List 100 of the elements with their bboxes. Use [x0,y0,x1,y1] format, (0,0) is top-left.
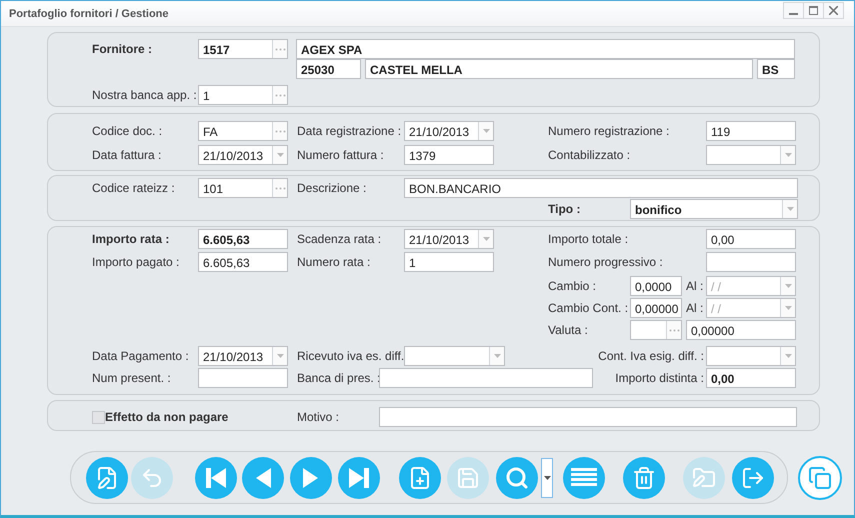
field-label: Motivo : [297,410,340,424]
input-field[interactable]: 0,00000 [686,320,796,340]
first-button[interactable] [195,456,237,498]
lookup-field[interactable]: 1517 [198,39,288,59]
input-field[interactable] [379,407,797,427]
dropdown-button[interactable] [478,230,493,248]
dropdown-button[interactable] [478,122,493,140]
input-field[interactable] [198,368,288,388]
input-field[interactable]: 119 [706,121,796,141]
minimize-icon [789,13,798,15]
search-options-button[interactable] [541,458,553,498]
input-field[interactable]: 0,00 [706,368,796,388]
input-field[interactable]: BS [757,59,795,79]
ellipsis-icon [274,48,286,50]
more-button[interactable] [272,86,287,104]
input-field[interactable]: 6.605,63 [198,252,288,272]
caret-icon [784,153,792,157]
dropdown-field[interactable]: bonifico [630,199,798,219]
input-field[interactable]: 25030 [296,59,361,79]
previous-button[interactable] [242,456,284,498]
list-icon [571,468,597,488]
caret-icon [482,237,490,241]
field-label: Numero fattura : [297,148,385,162]
more-button[interactable] [666,321,681,339]
first-icon [205,466,227,490]
dropdown-field[interactable]: 21/10/2013 [404,229,494,249]
input-field[interactable]: 1379 [404,145,494,165]
input-field[interactable]: AGEX SPA [296,39,795,59]
last-button[interactable] [338,456,380,498]
input-field[interactable] [379,368,593,388]
input-field[interactable] [706,252,796,272]
folder-icon [692,466,716,490]
field-label: Data Pagamento : [92,349,190,363]
field-label: Fornitore : [92,42,153,56]
input-field[interactable]: BON.BANCARIO [404,178,798,198]
dropdown-field[interactable] [706,346,796,366]
lookup-field[interactable] [630,320,682,340]
more-button[interactable] [272,122,287,140]
ellipsis-icon [668,328,680,332]
dropdown-button[interactable] [489,347,504,365]
field-label: Numero progressivo : [548,255,664,269]
window-title: Portafoglio fornitori / Gestione [9,8,168,20]
list-button[interactable] [563,456,605,498]
dropdown-field[interactable] [404,346,505,366]
field-label: Banca di pres. : [297,371,379,385]
field-label: Numero rata : [297,255,372,269]
maximize-button[interactable] [803,2,824,19]
field-label: Descrizione : [297,181,368,195]
ellipsis-icon [274,186,286,190]
new-button[interactable] [399,456,441,498]
dropdown-button[interactable] [782,200,797,218]
input-field[interactable]: 0,00 [706,229,796,249]
field-label: Data fattura : [92,148,162,162]
lookup-field[interactable]: FA [198,121,288,141]
field-label: Importo totale : [548,232,630,246]
dropdown-button[interactable] [272,146,287,164]
dropdown-field[interactable]: 21/10/2013 [404,121,494,141]
input-field[interactable]: CASTEL MELLA [365,59,753,79]
last-icon [348,466,370,490]
field-label: Cont. Iva esig. diff. : [597,349,705,363]
dropdown-field[interactable] [706,145,796,165]
dropdown-button[interactable] [780,347,795,365]
dropdown-field[interactable]: 21/10/2013 [198,346,288,366]
more-button[interactable] [272,40,287,58]
field-label: Scadenza rata : [297,232,382,246]
field-label: Importo pagato : [92,255,180,269]
copy-icon [808,466,832,490]
field-label: Contabilizzato : [548,148,632,162]
checkbox[interactable] [92,410,105,424]
dropdown-button[interactable] [780,299,795,317]
caret-icon [786,207,794,211]
next-button[interactable] [290,456,332,498]
dropdown-button[interactable] [780,146,795,164]
edit-button[interactable] [86,456,128,498]
caret-icon [784,284,792,288]
input-field[interactable]: 0,00000 [630,298,682,318]
edit-icon [95,466,119,490]
ellipsis-icon [274,94,286,96]
field-label: Codice rateizz : [92,181,176,195]
minimize-button[interactable] [783,2,804,19]
copy-button[interactable] [798,456,842,500]
caret-icon [784,306,792,310]
field-label: Cambio Cont. : [548,301,630,315]
field-label: Ricevuto iva es. diff. [297,349,404,363]
exit-button[interactable] [732,456,774,498]
dropdown-button[interactable] [272,347,287,365]
input-field[interactable]: 6.605,63 [198,229,288,249]
dropdown-button[interactable] [780,277,795,295]
input-field[interactable]: 1 [404,252,494,272]
field-label: Numero registrazione : [548,124,670,138]
field-label: Al : [686,301,704,315]
field-label: Data registrazione : [297,124,402,138]
dropdown-field[interactable]: 21/10/2013 [198,145,288,165]
delete-button[interactable] [623,456,665,498]
lookup-field[interactable]: 101 [198,178,288,198]
lookup-field[interactable]: 1 [198,85,288,105]
input-field[interactable]: 0,0000 [630,276,682,296]
caret-icon [276,354,284,358]
close-button[interactable] [823,2,844,19]
more-button[interactable] [272,179,287,197]
